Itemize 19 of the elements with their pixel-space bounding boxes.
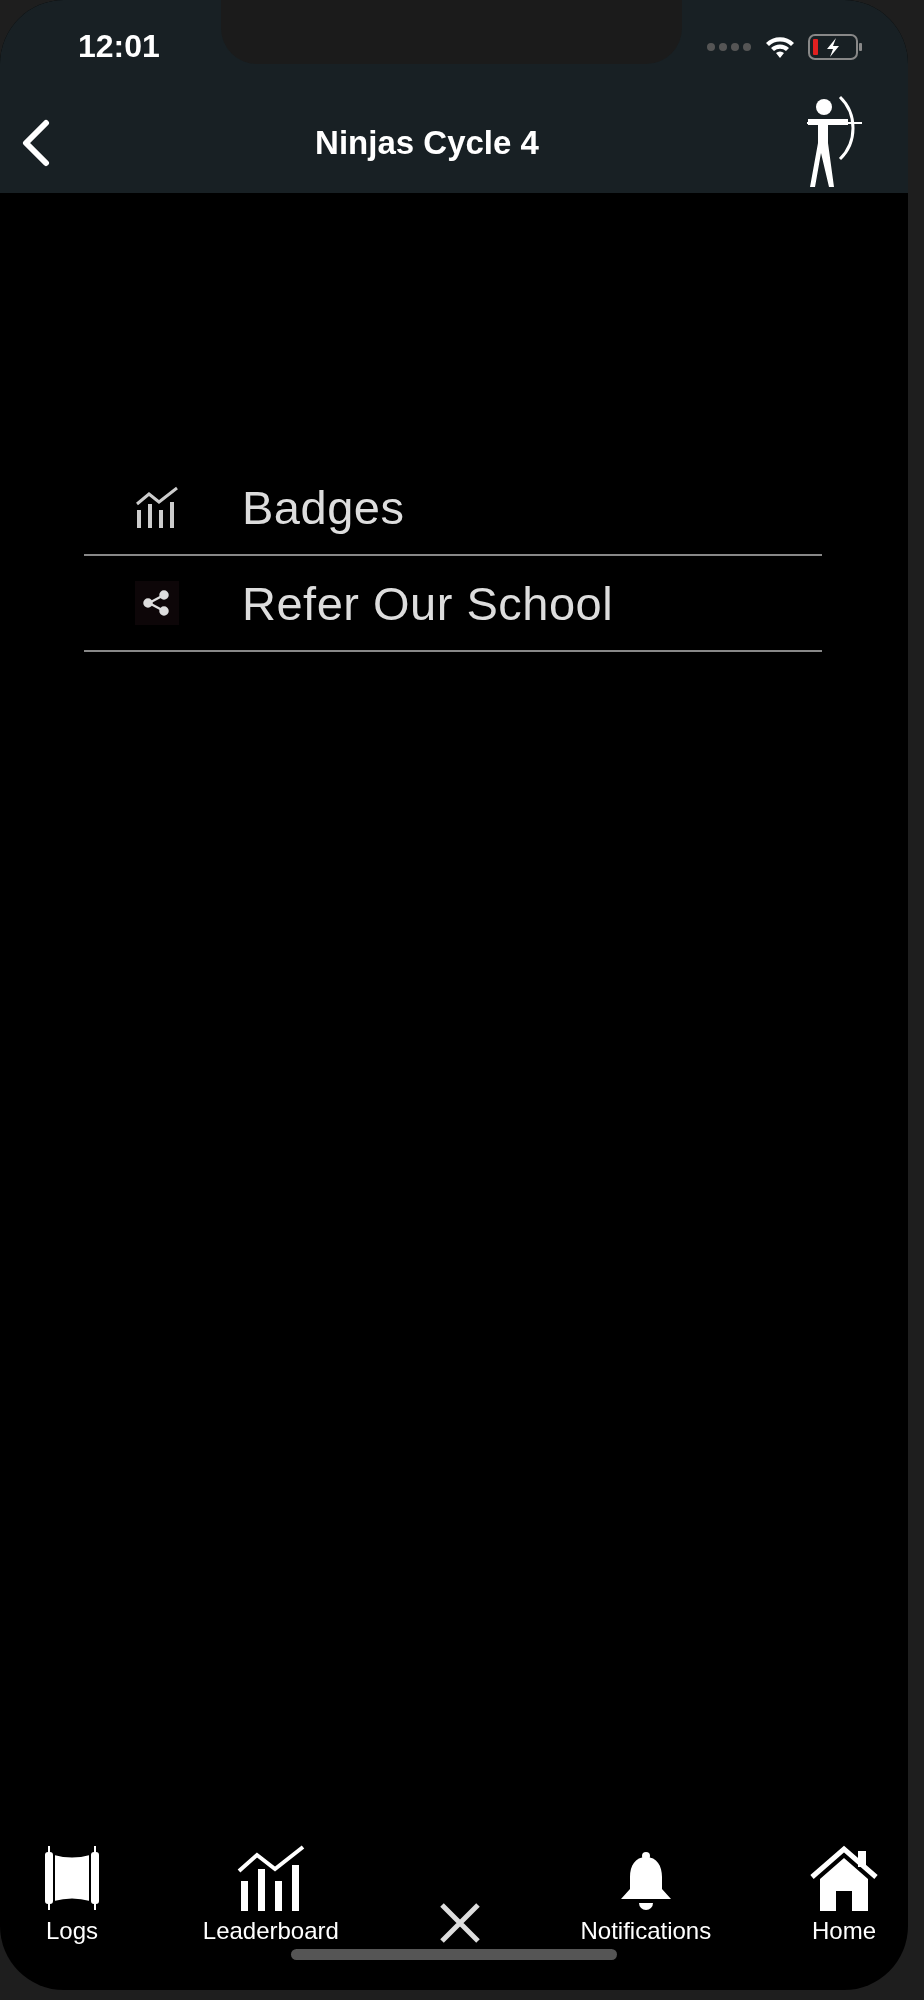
tab-bar-item[interactable]: Home — [810, 1845, 878, 1945]
tab-bar-item[interactable] — [437, 1901, 482, 1945]
home-icon — [810, 1845, 878, 1911]
close-icon — [437, 1901, 482, 1945]
signal-icon — [706, 41, 752, 52]
share-icon — [135, 581, 179, 625]
chart-icon — [135, 486, 179, 528]
tab-bar-item[interactable]: Logs — [40, 1845, 104, 1945]
chart-icon — [236, 1845, 305, 1911]
back-button[interactable] — [20, 119, 52, 167]
screen-title: Ninjas Cycle 4 — [315, 124, 539, 162]
tab-bar-item[interactable]: Notifications — [580, 1851, 712, 1945]
tab-bar-item[interactable]: Leaderboard — [202, 1845, 339, 1945]
status-time: 12:01 — [78, 28, 160, 65]
menu-item[interactable]: Refer Our School — [84, 556, 822, 652]
menu-item[interactable]: Badges — [84, 460, 822, 556]
wifi-icon — [764, 34, 796, 59]
battery-icon — [808, 33, 864, 60]
bell-icon — [618, 1851, 673, 1911]
